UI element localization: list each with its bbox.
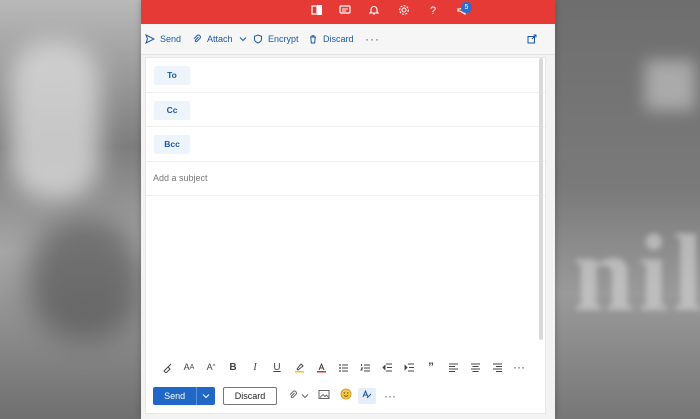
emoji-icon xyxy=(340,387,352,405)
message-body[interactable] xyxy=(146,194,538,352)
notification-badge: 5 xyxy=(461,2,472,13)
align-center-icon[interactable] xyxy=(464,357,486,377)
paperclip-icon xyxy=(288,387,298,405)
background-left xyxy=(0,0,141,419)
discard-secondary-button[interactable]: Discard xyxy=(223,387,277,405)
align-right-icon[interactable] xyxy=(486,357,508,377)
attach-label: Attach xyxy=(207,34,233,44)
compose-window: ? 5 Send Attach Encrypt Discard ··· To C… xyxy=(141,0,555,419)
cc-row: Cc xyxy=(146,93,545,127)
send-options-chevron-down-icon[interactable] xyxy=(196,387,215,405)
attach-dropdown[interactable] xyxy=(284,388,312,404)
send-icon xyxy=(145,34,155,44)
bcc-row: Bcc xyxy=(146,127,545,162)
popout-button[interactable] xyxy=(527,24,537,54)
bcc-button[interactable]: Bcc xyxy=(154,135,190,154)
help-icon[interactable]: ? xyxy=(426,4,440,18)
outdent-icon[interactable] xyxy=(376,357,398,377)
format-more-button[interactable]: ··· xyxy=(508,357,530,377)
encrypt-button[interactable]: Encrypt xyxy=(253,24,299,54)
grow-font-icon[interactable]: A ^ xyxy=(200,357,222,377)
teams-icon[interactable] xyxy=(338,4,352,18)
more-options-button[interactable]: ··· xyxy=(365,24,380,54)
bell-icon[interactable] xyxy=(367,4,381,18)
background-right: nil xyxy=(555,0,700,419)
send-button[interactable]: Send xyxy=(145,24,181,54)
subject-input[interactable]: Add a subject xyxy=(153,162,208,194)
editor-icon xyxy=(361,387,373,405)
cc-button[interactable]: Cc xyxy=(154,101,190,120)
attach-button[interactable]: Attach xyxy=(192,24,248,54)
font-size-icon[interactable]: AA xyxy=(178,357,200,377)
more-label: ··· xyxy=(365,32,380,46)
numbering-icon[interactable] xyxy=(354,357,376,377)
format-painter-icon[interactable] xyxy=(156,357,178,377)
popout-icon xyxy=(527,34,537,44)
scrollbar[interactable] xyxy=(539,58,543,340)
action-more-button[interactable]: ··· xyxy=(382,388,398,404)
action-bar: Send Discard ··· xyxy=(146,382,545,410)
bold-icon[interactable]: B xyxy=(222,357,244,377)
shield-icon xyxy=(253,34,263,44)
compose-card: To Cc Bcc Add a subject AA A ^ B I U ” ·… xyxy=(145,57,546,414)
editor-button[interactable] xyxy=(358,388,376,404)
chevron-down-icon xyxy=(238,34,248,44)
paperclip-icon xyxy=(192,34,202,44)
send-primary-button[interactable]: Send xyxy=(153,387,215,405)
discard-label: Discard xyxy=(323,34,354,44)
highlight-icon[interactable] xyxy=(288,357,310,377)
insert-image-button[interactable] xyxy=(316,388,332,404)
chevron-down-icon xyxy=(301,387,309,405)
subject-row[interactable]: Add a subject xyxy=(146,162,545,196)
emoji-button[interactable] xyxy=(338,388,354,404)
image-icon xyxy=(318,387,330,405)
office-icon[interactable] xyxy=(310,4,324,18)
font-color-icon[interactable] xyxy=(310,357,332,377)
align-left-icon[interactable] xyxy=(442,357,464,377)
send-primary-label: Send xyxy=(164,391,186,401)
discard-button[interactable]: Discard xyxy=(308,24,354,54)
app-header: ? 5 xyxy=(141,0,555,24)
to-button[interactable]: To xyxy=(154,66,190,85)
formatting-toolbar: AA A ^ B I U ” ··· xyxy=(146,355,545,379)
background-letters: nil xyxy=(573,212,700,334)
underline-icon[interactable]: U xyxy=(266,357,288,377)
italic-icon[interactable]: I xyxy=(244,357,266,377)
gear-icon[interactable] xyxy=(397,4,411,18)
bullets-icon[interactable] xyxy=(332,357,354,377)
send-label: Send xyxy=(160,34,182,44)
to-row: To xyxy=(146,58,545,93)
indent-icon[interactable] xyxy=(398,357,420,377)
trash-icon xyxy=(308,34,318,44)
encrypt-label: Encrypt xyxy=(268,34,299,44)
quote-icon[interactable]: ” xyxy=(420,357,442,377)
command-bar: Send Attach Encrypt Discard ··· xyxy=(141,24,555,55)
